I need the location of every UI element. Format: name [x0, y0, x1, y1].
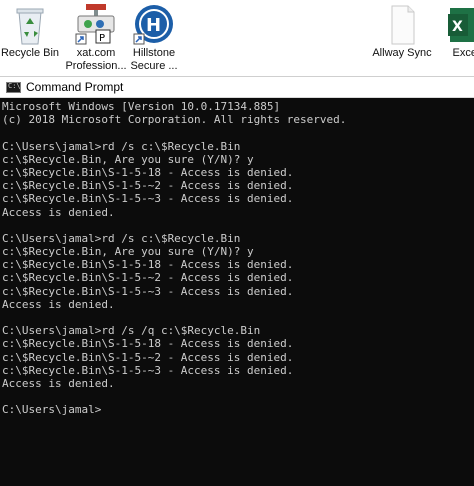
excel-icon: X — [444, 2, 474, 46]
console-line: c:\$Recycle.Bin\S-1-5-18 - Access is den… — [2, 258, 294, 272]
desktop: Recycle Bin P xat.com Profession... H Hi… — [0, 0, 474, 76]
desktop-icon-label: Recycle Bin — [0, 47, 60, 59]
xat-app-icon: P — [74, 2, 118, 46]
desktop-icon-hillstone[interactable]: H Hillstone Secure ... — [124, 2, 184, 73]
window-title: Command Prompt — [26, 80, 124, 94]
recycle-bin-icon — [8, 2, 52, 46]
console-line: c:\$Recycle.Bin\S-1-5-~3 - Access is den… — [2, 363, 294, 377]
command-prompt-icon — [6, 81, 21, 93]
console-line: c:\$Recycle.Bin, Are you sure (Y/N)? y — [2, 152, 254, 166]
console-line: C:\Users\jamal>rd /s c:\$Recycle.Bin — [2, 231, 241, 245]
console-line: c:\$Recycle.Bin\S-1-5-18 - Access is den… — [2, 337, 294, 351]
console-line: c:\$Recycle.Bin\S-1-5-~3 - Access is den… — [2, 192, 294, 206]
desktop-icon-recycle-bin[interactable]: Recycle Bin — [0, 2, 60, 60]
console-line: Access is denied. — [2, 376, 115, 390]
console-line: c:\$Recycle.Bin\S-1-5-~2 - Access is den… — [2, 179, 294, 193]
console-line: C:\Users\jamal>rd /s c:\$Recycle.Bin — [2, 139, 241, 153]
window-titlebar[interactable]: Command Prompt — [0, 77, 474, 98]
console-line: c:\$Recycle.Bin\S-1-5-~2 - Access is den… — [2, 350, 294, 364]
console-line: (c) 2018 Microsoft Corporation. All righ… — [2, 113, 347, 127]
console-line: Access is denied. — [2, 297, 115, 311]
desktop-icon-xat[interactable]: P xat.com Profession... — [65, 2, 127, 73]
desktop-icon-label: Excel — [452, 47, 474, 59]
document-icon — [380, 2, 424, 46]
hillstone-icon: H — [132, 2, 176, 46]
desktop-icon-label: Allway Sync — [372, 47, 432, 59]
console-output[interactable]: Microsoft Windows [Version 10.0.17134.88… — [0, 98, 474, 417]
console-line: c:\$Recycle.Bin\S-1-5-~2 - Access is den… — [2, 271, 294, 285]
console-line: C:\Users\jamal>rd /s /q c:\$Recycle.Bin — [2, 324, 261, 338]
console-line: C:\Users\jamal> — [2, 403, 102, 417]
desktop-icon-label: xat.com Profession... — [65, 47, 127, 72]
svg-text:H: H — [146, 15, 161, 36]
console-line: c:\$Recycle.Bin\S-1-5-18 - Access is den… — [2, 165, 294, 179]
console-line: c:\$Recycle.Bin, Are you sure (Y/N)? y — [2, 245, 254, 259]
console-line: Microsoft Windows [Version 10.0.17134.88… — [2, 100, 281, 113]
desktop-icon-allway-sync[interactable]: Allway Sync — [372, 2, 432, 60]
console-line: Access is denied. — [2, 205, 115, 219]
console-line: c:\$Recycle.Bin\S-1-5-~3 - Access is den… — [2, 284, 294, 298]
svg-text:X: X — [452, 19, 463, 35]
desktop-icon-excel[interactable]: X Excel — [446, 2, 474, 60]
desktop-icon-label: Hillstone Secure ... — [130, 47, 178, 72]
command-prompt-window[interactable]: Command Prompt Microsoft Windows [Versio… — [0, 76, 474, 486]
svg-text:P: P — [99, 33, 105, 44]
